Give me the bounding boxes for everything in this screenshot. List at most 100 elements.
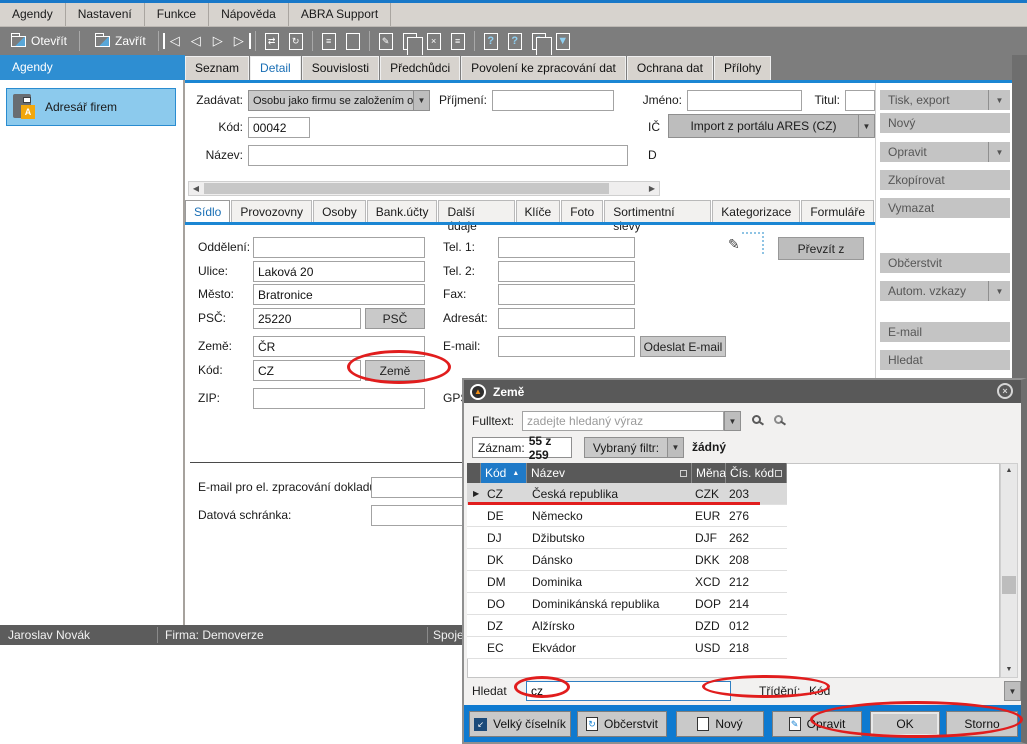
open-button[interactable]: Otevřít — [3, 30, 75, 52]
chevron-down-icon[interactable]: ▼ — [667, 438, 683, 457]
velky-ciselnik-button[interactable]: ↙ Velký číselník — [469, 711, 571, 737]
ares-import-button[interactable]: Import z portálu ARES (CZ) ▼ — [668, 114, 875, 138]
subtab-osoby[interactable]: Osoby — [313, 200, 366, 222]
column-options-icon[interactable] — [680, 470, 687, 477]
trideni-dropdown[interactable]: ▼ — [1004, 681, 1021, 701]
jmeno-input[interactable] — [687, 90, 802, 111]
last-record-icon[interactable]: ▷ — [229, 33, 251, 49]
help-jump-icon[interactable]: ▼ — [556, 33, 570, 50]
filter-select[interactable]: Vybraný filtr: ▼ — [584, 437, 684, 458]
scroll-up-icon[interactable]: ▲ — [1001, 464, 1017, 478]
hledat-input[interactable] — [526, 681, 731, 701]
help-pages-icon[interactable]: ? — [532, 33, 546, 50]
fax-input[interactable] — [498, 284, 635, 305]
search-icon[interactable] — [752, 415, 761, 424]
edit-button[interactable]: Opravit▼ — [880, 142, 1010, 162]
first-record-icon[interactable]: ◁ — [163, 33, 185, 49]
new-record-icon[interactable] — [346, 33, 360, 50]
copy-button[interactable]: Zkopírovat — [880, 170, 1010, 190]
subtab-bankucty[interactable]: Bank.účty — [367, 200, 438, 222]
mesto-input[interactable] — [253, 284, 425, 305]
help-context-icon[interactable]: ? — [508, 33, 522, 50]
table-row-dj[interactable]: DJ Džibutsko DJF 262 — [467, 527, 787, 549]
col-kod[interactable]: Kód▲ — [481, 463, 527, 483]
subtab-provozovny[interactable]: Provozovny — [231, 200, 312, 222]
print-export-button[interactable]: Tisk, export▼ — [880, 90, 1010, 110]
refresh-icon[interactable]: ↻ — [289, 33, 303, 50]
subtab-sortimentni-slevy[interactable]: Sortimentní slevy — [604, 200, 711, 222]
table-row-ec[interactable]: EC Ekvádor USD 218 — [467, 637, 787, 659]
close-button[interactable]: Zavřít — [87, 30, 154, 52]
novy-button[interactable]: Nový — [676, 711, 764, 737]
table-row-dm[interactable]: DM Dominika XCD 212 — [467, 571, 787, 593]
fulltext-input[interactable] — [522, 411, 724, 431]
table-row-dk[interactable]: DK Dánsko DKK 208 — [467, 549, 787, 571]
menu-agendy[interactable]: Agendy — [0, 3, 66, 26]
email-action-button[interactable]: E-mail — [880, 322, 1010, 342]
tab-prilohy[interactable]: Přílohy — [714, 56, 771, 80]
tab-ochrana-dat[interactable]: Ochrana dat — [627, 56, 713, 80]
auto-messages-button[interactable]: Autom. vzkazy▼ — [880, 281, 1010, 301]
prevzit-z-button[interactable]: Převzít z — [778, 237, 864, 260]
table-row-cz[interactable]: ▶ CZ Česká republika CZK 203 — [467, 483, 787, 505]
prev-record-icon[interactable]: ◁ — [185, 33, 207, 49]
search-action-button[interactable]: Hledat — [880, 350, 1010, 370]
col-mena[interactable]: Měna — [692, 463, 726, 483]
menu-napoveda[interactable]: Nápověda — [209, 3, 289, 26]
subtab-sidlo[interactable]: Sídlo — [185, 200, 230, 222]
storno-button[interactable]: Storno — [946, 711, 1018, 737]
chevron-down-icon[interactable]: ▼ — [988, 90, 1010, 110]
fulltext-dropdown[interactable]: ▼ — [724, 411, 741, 431]
tab-seznam[interactable]: Seznam — [185, 56, 249, 80]
scroll-right-icon[interactable]: ▶ — [645, 182, 659, 195]
subtab-dalsi-udaje[interactable]: Další údaje — [438, 200, 514, 222]
zadavat-select[interactable]: Osobu jako firmu se založením osoby ▼ — [248, 90, 430, 111]
switch-window-icon[interactable]: ⇄ — [265, 33, 279, 50]
chevron-down-icon[interactable]: ▼ — [988, 142, 1010, 162]
table-row-dz[interactable]: DZ Alžírsko DZD 012 — [467, 615, 787, 637]
menu-funkce[interactable]: Funkce — [145, 3, 209, 26]
psc-input[interactable] — [253, 308, 361, 329]
prijmeni-input[interactable] — [492, 90, 614, 111]
zip-input[interactable] — [253, 388, 425, 409]
subtab-klice[interactable]: Klíče — [516, 200, 561, 222]
menu-nastaveni[interactable]: Nastavení — [66, 3, 145, 26]
preview-record-icon[interactable]: ≡ — [451, 33, 465, 50]
search-settings-icon[interactable] — [774, 415, 783, 424]
oddeleni-input[interactable] — [253, 237, 425, 258]
table-row-do[interactable]: DO Dominikánská republika DOP 214 — [467, 593, 787, 615]
close-icon[interactable]: × — [997, 383, 1013, 399]
refresh-button[interactable]: Občerstvit — [880, 253, 1010, 273]
kod-input[interactable] — [248, 117, 310, 138]
print-icon[interactable]: ≡ — [322, 33, 336, 50]
scroll-left-icon[interactable]: ◀ — [189, 182, 203, 195]
edit-record-icon[interactable]: ✎ — [379, 33, 393, 50]
chevron-down-icon[interactable]: ▼ — [858, 115, 874, 137]
scroll-down-icon[interactable]: ▼ — [1001, 663, 1017, 677]
adresat-input[interactable] — [498, 308, 635, 329]
chevron-down-icon[interactable]: ▼ — [988, 281, 1010, 301]
column-options-icon[interactable] — [775, 470, 782, 477]
col-cis-kod[interactable]: Čís. kód — [726, 463, 787, 483]
tab-detail[interactable]: Detail — [250, 56, 301, 80]
titul-input[interactable] — [845, 90, 875, 111]
trideni-value[interactable]: Kód — [809, 684, 830, 698]
psc-lookup-button[interactable]: PSČ — [365, 308, 425, 329]
horizontal-scrollbar[interactable]: ◀ ▶ — [188, 181, 660, 196]
delete-button[interactable]: Vymazat — [880, 198, 1010, 218]
copy-record-icon[interactable] — [403, 33, 417, 50]
scrollbar-thumb[interactable] — [204, 183, 609, 194]
delete-record-icon[interactable]: × — [427, 33, 441, 50]
next-record-icon[interactable]: ▷ — [207, 33, 229, 49]
nazev-input[interactable] — [248, 145, 628, 166]
ulice-input[interactable] — [253, 261, 425, 282]
agenda-item-adresar-firem[interactable]: A Adresář firem — [6, 88, 176, 126]
new-button[interactable]: Nový — [880, 113, 1010, 133]
opravit-button[interactable]: ✎ Opravit — [772, 711, 862, 737]
menu-abra-support[interactable]: ABRA Support — [289, 3, 391, 26]
tab-povoleni[interactable]: Povolení ke zpracování dat — [461, 56, 626, 80]
dialog-title-bar[interactable]: ▲ Země × — [464, 380, 1021, 403]
kod-zeme-input[interactable] — [253, 360, 361, 381]
email-input[interactable] — [498, 336, 635, 357]
tel2-input[interactable] — [498, 261, 635, 282]
